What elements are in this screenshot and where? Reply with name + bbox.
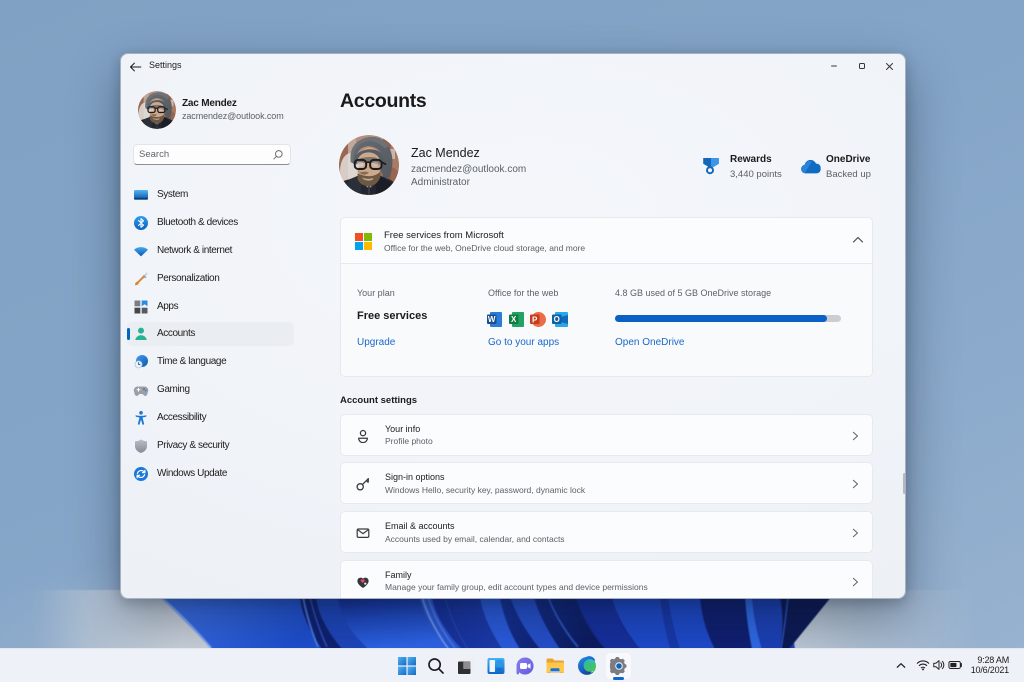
svg-text:P: P [532,316,538,325]
svg-text:W: W [488,315,496,324]
svg-text:X: X [511,315,517,324]
svg-text:O: O [554,315,560,324]
